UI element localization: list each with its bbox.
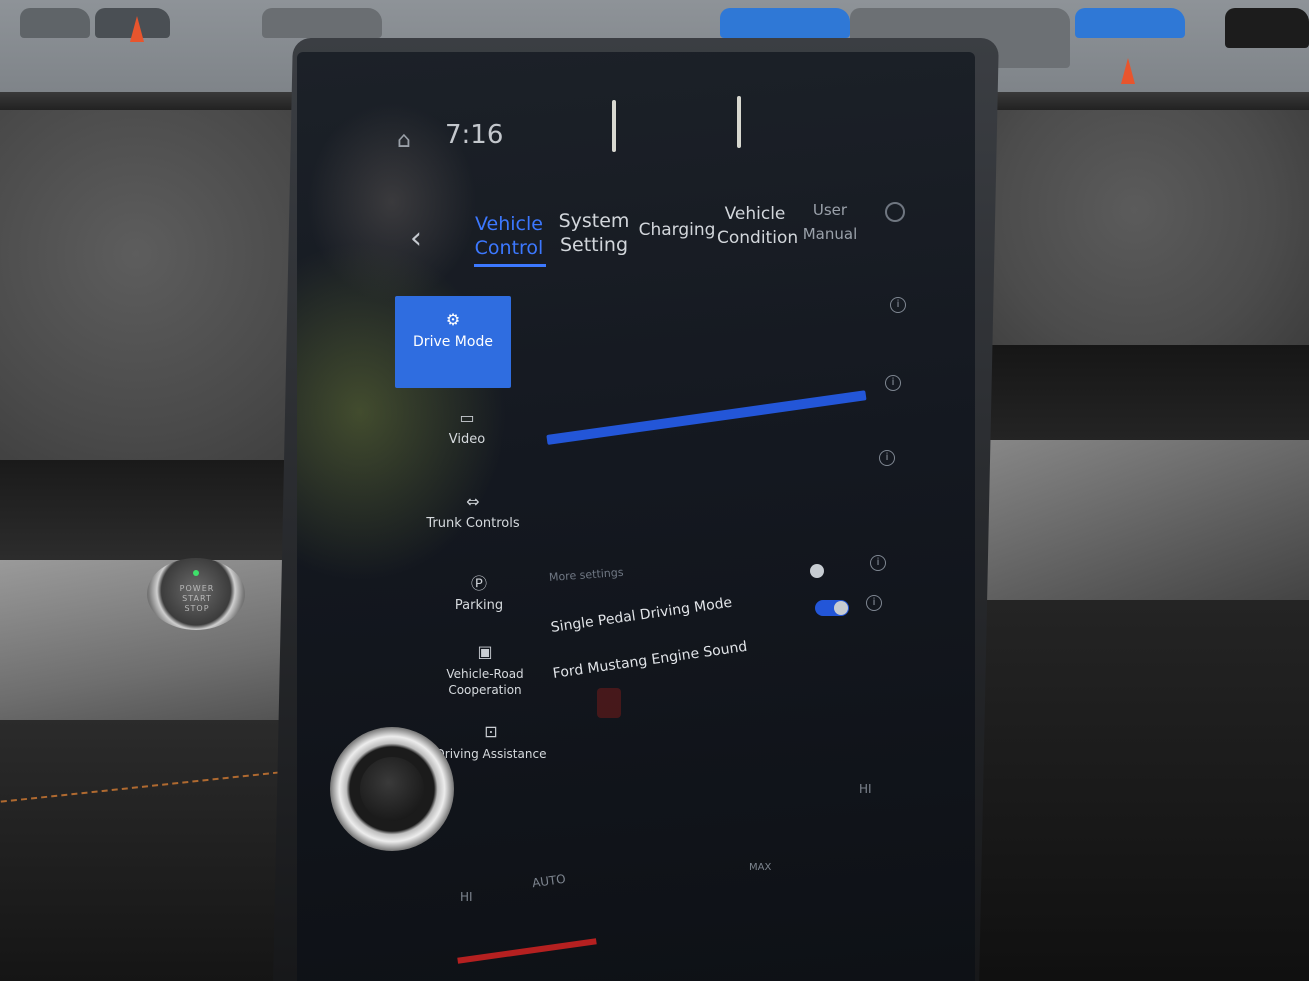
- clock: 7:16: [445, 120, 504, 150]
- search-icon[interactable]: [885, 202, 905, 222]
- dashboard-speaker-right: [960, 110, 1309, 360]
- status-divider: [737, 96, 741, 148]
- parked-car: [20, 8, 90, 38]
- parked-car: [720, 8, 850, 38]
- setting-single-pedal-driving-mode: Single Pedal Driving Mode: [549, 594, 734, 636]
- sidebar-item-parking[interactable]: Ⓟ Parking: [449, 576, 509, 614]
- tab-system-setting[interactable]: System Setting: [555, 209, 633, 257]
- screen-reflection-spot: [597, 688, 621, 718]
- vehicle-road-icon: ▣: [477, 642, 493, 661]
- setting-ford-mustang-engine-sound: Ford Mustang Engine Sound: [551, 638, 749, 682]
- drive-mode-icon: ⚙: [445, 310, 461, 329]
- auto-climate-button[interactable]: AUTO: [531, 872, 566, 891]
- power-indicator-light: [193, 570, 199, 576]
- status-divider: [612, 100, 616, 152]
- info-icon[interactable]: i: [879, 450, 895, 466]
- drive-mode-selection-bar: [546, 390, 867, 445]
- sidebar-item-vehicle-road-cooperation[interactable]: ▣ Vehicle-Road Cooperation: [435, 644, 535, 698]
- air-vent-right: [940, 345, 1309, 455]
- volume-knob-center[interactable]: [360, 757, 424, 821]
- info-icon[interactable]: i: [885, 375, 901, 391]
- tab-charging[interactable]: Charging: [637, 218, 717, 242]
- section-label-more-settings: More settings: [548, 565, 624, 584]
- left-temp-hi-label: HI: [460, 890, 473, 904]
- sidebar-item-trunk-controls[interactable]: ⇔ Trunk Controls: [419, 494, 527, 532]
- driving-assistance-icon: ⊡: [484, 722, 498, 741]
- sidebar-item-drive-mode[interactable]: ⚙ Drive Mode: [395, 296, 511, 388]
- info-icon[interactable]: i: [866, 595, 882, 611]
- right-temp-hi-label: HI: [859, 782, 872, 796]
- info-icon[interactable]: i: [870, 555, 886, 571]
- parking-icon: Ⓟ: [470, 574, 487, 593]
- tab-vehicle-control[interactable]: Vehicle Control: [469, 212, 549, 260]
- tab-user-manual[interactable]: User Manual: [797, 198, 863, 246]
- single-pedal-toggle[interactable]: [810, 563, 844, 579]
- info-icon[interactable]: i: [890, 297, 906, 313]
- traffic-cone: [1121, 58, 1135, 84]
- heat-indicator-strip: [457, 938, 597, 964]
- sidebar-item-driving-assistance[interactable]: ⊡ Driving Assistance: [435, 724, 547, 762]
- camera-icon: ▭: [459, 408, 475, 427]
- engine-sound-toggle[interactable]: [815, 600, 849, 616]
- sidebar-item-video[interactable]: ▭ Video: [437, 410, 497, 448]
- power-button-label: POWER START STOP: [179, 584, 215, 613]
- home-icon[interactable]: ⌂: [392, 130, 416, 152]
- max-defrost-button[interactable]: MAX: [749, 862, 771, 873]
- trunk-icon: ⇔: [466, 492, 480, 511]
- active-tab-underline: [474, 264, 546, 267]
- parked-car: [1225, 8, 1309, 48]
- parked-car: [1075, 8, 1185, 38]
- tab-vehicle-condition[interactable]: Vehicle Condition: [717, 202, 798, 250]
- traffic-cone: [130, 16, 144, 42]
- back-chevron-icon[interactable]: ‹: [410, 224, 422, 254]
- parked-car: [262, 8, 382, 38]
